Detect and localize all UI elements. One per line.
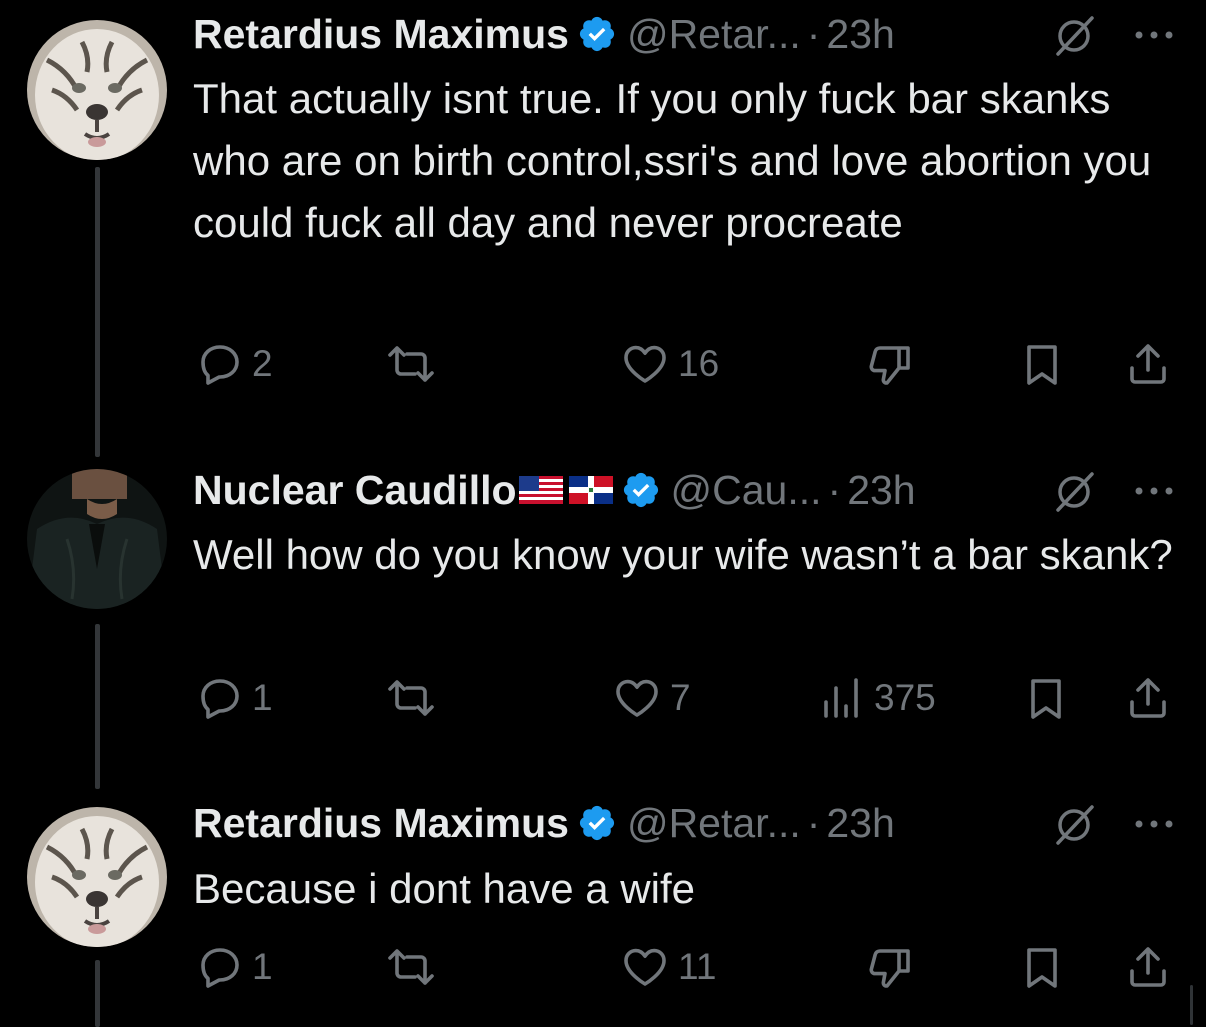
bookmark-icon: [1027, 948, 1057, 988]
tweet-header: Nuclear Caudillo @Cau... · 23h: [193, 462, 916, 518]
reply-count: 1: [252, 946, 273, 987]
share-icon: [1130, 344, 1166, 384]
man-in-dark-suit-avatar-icon: [27, 469, 167, 609]
thread-line: [95, 624, 100, 789]
grok-icon[interactable]: [1052, 14, 1096, 58]
repost-icon: [388, 680, 434, 716]
white-tiger-avatar-icon: [27, 807, 167, 947]
author-name[interactable]: Retardius Maximus: [193, 11, 569, 58]
thread-line: [95, 167, 100, 457]
reply-count: 2: [252, 343, 273, 384]
bookmark-icon: [1027, 345, 1057, 385]
bookmark-button[interactable]: [1022, 342, 1062, 388]
author-name[interactable]: Retardius Maximus: [193, 800, 569, 847]
author-handle[interactable]: @Retar...: [627, 11, 801, 58]
flag-emojis: [518, 476, 613, 504]
grok-icon[interactable]: [1052, 470, 1096, 514]
repost-icon: [388, 949, 434, 985]
verified-badge-icon: [623, 472, 658, 508]
reply-icon: [201, 679, 239, 719]
grok-icon[interactable]: [1052, 803, 1096, 847]
reply-button[interactable]: 1: [196, 943, 273, 991]
us-flag-icon: [518, 476, 563, 504]
tweet-header: Retardius Maximus @Retar... · 23h: [193, 795, 895, 851]
dislike-icon: [869, 949, 910, 988]
verified-badge-icon: [579, 805, 615, 841]
dominican-republic-flag-icon: [568, 476, 613, 504]
like-icon: [624, 948, 666, 986]
repost-button[interactable]: [385, 674, 437, 722]
white-tiger-avatar-icon: [27, 20, 167, 160]
tweet-header: Retardius Maximus @Retar... · 23h: [193, 6, 895, 62]
separator-dot: ·: [806, 10, 821, 57]
reply-count: 1: [252, 677, 273, 718]
like-icon: [624, 345, 666, 383]
scrollbar[interactable]: [1190, 985, 1193, 1025]
author-handle[interactable]: @Retar...: [627, 800, 801, 847]
tweet-text: Because i dont have a wife: [193, 865, 695, 912]
dislike-button[interactable]: [865, 945, 915, 991]
share-icon: [1130, 678, 1166, 718]
timestamp[interactable]: 23h: [826, 800, 894, 847]
share-icon: [1130, 947, 1166, 987]
avatar-man[interactable]: [27, 469, 167, 609]
thread-line: [95, 960, 100, 1027]
separator-dot: ·: [827, 466, 842, 513]
share-button[interactable]: [1124, 943, 1172, 991]
like-button[interactable]: 7: [612, 674, 691, 722]
tweet-text: Well how do you know your wife wasn’t a …: [193, 531, 1173, 578]
like-button[interactable]: 11: [620, 943, 716, 991]
repost-button[interactable]: [385, 943, 437, 991]
views-count: 375: [874, 677, 936, 718]
dislike-icon: [869, 346, 910, 385]
reply-button[interactable]: 1: [196, 674, 273, 722]
like-count: 16: [678, 343, 720, 384]
like-icon: [616, 679, 658, 717]
verified-badge-icon: [579, 16, 615, 52]
more-options-icon[interactable]: [1132, 481, 1176, 501]
more-options-icon[interactable]: [1132, 25, 1176, 45]
separator-dot: ·: [806, 799, 821, 846]
timestamp[interactable]: 23h: [847, 467, 915, 514]
repost-button[interactable]: [385, 340, 437, 388]
views-icon: [824, 678, 858, 718]
bookmark-icon: [1031, 679, 1061, 719]
dislike-button[interactable]: [865, 342, 915, 388]
share-button[interactable]: [1124, 340, 1172, 388]
author-handle[interactable]: @Cau...: [671, 467, 822, 514]
reply-button[interactable]: 2: [196, 340, 273, 388]
bookmark-button[interactable]: [1022, 945, 1062, 991]
avatar-tiger[interactable]: [27, 807, 167, 947]
share-button[interactable]: [1124, 674, 1172, 722]
repost-icon: [388, 346, 434, 382]
author-name[interactable]: Nuclear Caudillo: [193, 467, 517, 514]
timestamp[interactable]: 23h: [826, 11, 894, 58]
bookmark-button[interactable]: [1026, 676, 1066, 722]
like-count: 11: [678, 946, 717, 987]
reply-icon: [201, 345, 239, 385]
views-button[interactable]: 375: [818, 674, 936, 722]
like-count: 7: [670, 677, 691, 718]
more-options-icon[interactable]: [1132, 814, 1176, 834]
tweet-text: That actually isnt true. If you only fuc…: [193, 75, 1152, 246]
avatar-tiger[interactable]: [27, 20, 167, 160]
like-button[interactable]: 16: [620, 340, 719, 388]
reply-icon: [201, 948, 239, 988]
